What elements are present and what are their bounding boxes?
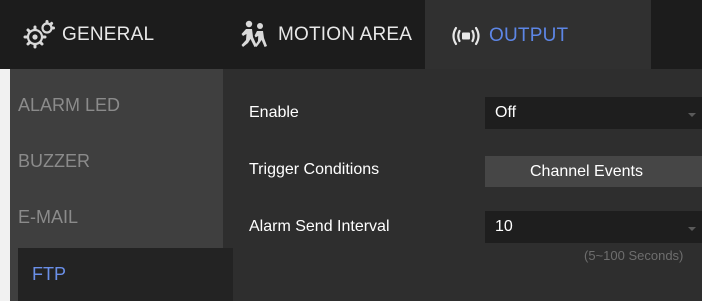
tab-motion-area-label: MOTION AREA bbox=[278, 23, 413, 45]
tab-bar-filler bbox=[651, 0, 702, 69]
tab-general[interactable]: GENERAL bbox=[0, 0, 212, 69]
sidebar-item-alarm-led[interactable]: ALARM LED bbox=[10, 77, 223, 133]
trigger-conditions-label: Trigger Conditions bbox=[249, 161, 380, 178]
sidebar-item-email[interactable]: E-MAIL bbox=[10, 189, 223, 245]
signal-output-icon bbox=[449, 25, 483, 47]
enable-label: Enable bbox=[249, 104, 299, 121]
channel-events-button[interactable]: Channel Events bbox=[485, 156, 702, 187]
alarm-send-interval-value: 10 bbox=[495, 218, 513, 235]
enable-select[interactable]: Off bbox=[485, 97, 702, 129]
chevron-down-icon bbox=[688, 227, 696, 231]
sidebar: ALARM LED BUZZER E-MAIL FTP bbox=[10, 69, 233, 301]
tab-output[interactable]: OUTPUT bbox=[425, 0, 651, 72]
sidebar-item-label: E-MAIL bbox=[18, 206, 79, 227]
alarm-send-interval-label: Alarm Send Interval bbox=[249, 218, 390, 235]
gears-icon bbox=[22, 19, 56, 50]
sidebar-item-label: FTP bbox=[32, 264, 66, 284]
running-people-icon bbox=[236, 19, 272, 51]
enable-value: Off bbox=[495, 104, 517, 121]
interval-range-hint: (5~100 Seconds) bbox=[584, 248, 684, 263]
sidebar-item-label: ALARM LED bbox=[18, 94, 121, 115]
tab-motion-area[interactable]: MOTION AREA bbox=[212, 0, 425, 69]
tab-general-label: GENERAL bbox=[62, 23, 155, 45]
app-window: GENERAL MOTION AREA OUTPUT ALARM LED BUZ… bbox=[0, 0, 702, 301]
tab-output-label: OUTPUT bbox=[489, 25, 569, 46]
sidebar-item-ftp[interactable]: FTP bbox=[18, 248, 233, 301]
sidebar-item-label: BUZZER bbox=[18, 150, 90, 171]
chevron-down-icon bbox=[688, 113, 696, 117]
alarm-send-interval-select[interactable]: 10 bbox=[485, 211, 702, 243]
sidebar-item-buzzer[interactable]: BUZZER bbox=[10, 133, 223, 189]
channel-events-label: Channel Events bbox=[530, 162, 643, 180]
